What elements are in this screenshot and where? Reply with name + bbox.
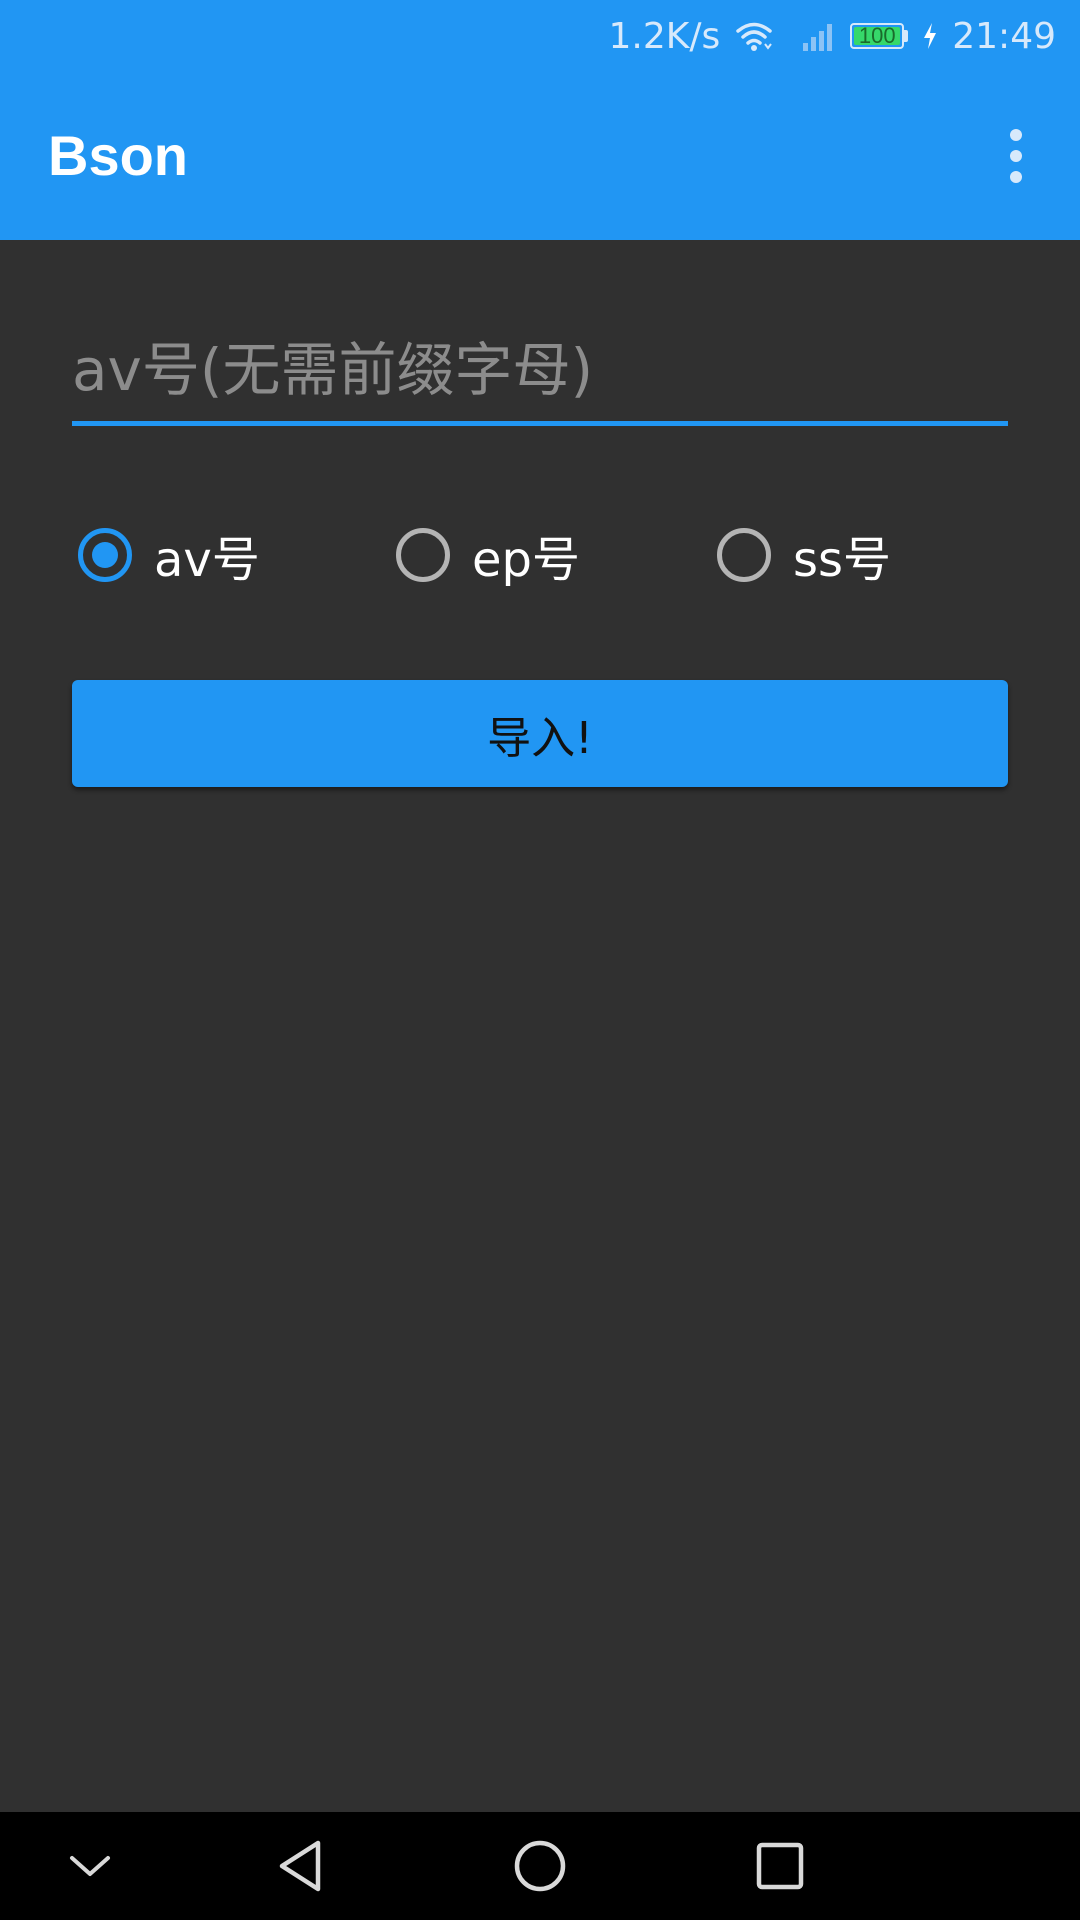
recents-icon[interactable] <box>720 1812 840 1920</box>
network-speed: 1.2K/s <box>608 15 721 57</box>
radio-unchecked-icon <box>717 528 771 582</box>
back-icon[interactable] <box>240 1812 360 1920</box>
av-number-input[interactable] <box>72 320 1008 420</box>
radio-unchecked-icon <box>396 528 450 582</box>
clock: 21:49 <box>952 15 1056 57</box>
charging-icon <box>922 22 938 50</box>
system-nav-bar <box>0 1812 1080 1920</box>
wifi-icon <box>734 20 774 52</box>
battery-level: 100 <box>858 23 896 48</box>
radio-ss[interactable]: ss号 <box>717 520 891 590</box>
screen: 1.2K/s 100 21:49 Bson av号(无需前缀字母) av号 ep… <box>0 0 1080 1920</box>
app-bar: Bson <box>0 72 1080 240</box>
app-title: Bson <box>48 124 188 187</box>
radio-av-label: av号 <box>154 532 260 588</box>
overflow-menu-icon[interactable] <box>988 120 1044 192</box>
radio-ep-label: ep号 <box>472 532 581 588</box>
av-number-field <box>72 320 1008 426</box>
signal-icon <box>802 21 836 51</box>
import-button[interactable]: 导入! <box>72 680 1008 787</box>
radio-ep[interactable]: ep号 <box>396 520 580 590</box>
status-bar: 1.2K/s 100 21:49 <box>0 0 1080 72</box>
status-icons: 1.2K/s 100 21:49 <box>609 0 1057 72</box>
collapse-chevron-icon[interactable] <box>30 1812 150 1920</box>
home-icon[interactable] <box>480 1812 600 1920</box>
battery-icon: 100 <box>850 23 909 49</box>
radio-ss-label: ss号 <box>793 532 892 588</box>
radio-checked-icon <box>78 528 132 582</box>
id-type-radio-group: av号 ep号 ss号 <box>72 520 1008 590</box>
radio-av[interactable]: av号 <box>78 520 260 590</box>
